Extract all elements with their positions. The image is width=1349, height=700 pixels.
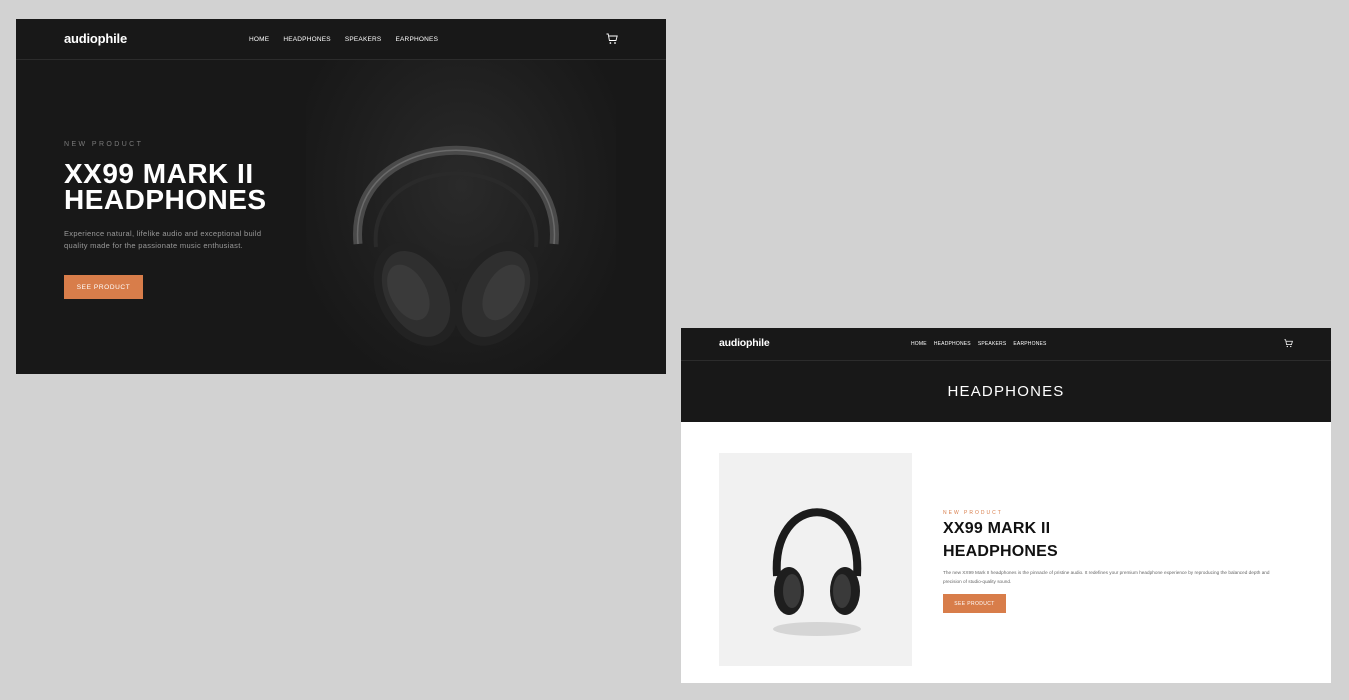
nav-speakers[interactable]: SPEAKERS (345, 36, 382, 43)
hero-overline: NEW PRODUCT (64, 141, 144, 148)
product-description: The new XX99 Mark II headphones is the p… (943, 570, 1270, 584)
nav-headphones[interactable]: HEADPHONES (283, 36, 331, 43)
logo[interactable]: audiophile (719, 337, 770, 349)
nav-earphones[interactable]: EARPHONES (395, 36, 438, 43)
see-product-button[interactable]: SEE PRODUCT (943, 594, 1006, 613)
nav-home[interactable]: HOME (911, 341, 927, 347)
hero-description: Experience natural, lifelike audio and e… (64, 229, 262, 250)
nav-links: HOME HEADPHONES SPEAKERS EARPHONES (249, 36, 438, 43)
cart-icon[interactable] (606, 33, 618, 45)
nav-home[interactable]: HOME (249, 36, 269, 43)
product-title: XX99 MARK II HEADPHONES (943, 520, 1058, 560)
top-navigation: audiophile HOME HEADPHONES SPEAKERS EARP… (681, 328, 1331, 361)
headphones-hero-image (353, 145, 559, 346)
nav-earphones[interactable]: EARPHONES (1013, 341, 1046, 347)
top-navigation: audiophile HOME HEADPHONES SPEAKERS EARP… (16, 19, 666, 60)
category-page-screenshot: audiophile HOME HEADPHONES SPEAKERS EARP… (681, 328, 1331, 683)
nav-links: HOME HEADPHONES SPEAKERS EARPHONES (911, 341, 1047, 347)
logo[interactable]: audiophile (64, 31, 127, 46)
nav-speakers[interactable]: SPEAKERS (978, 341, 1007, 347)
hero-title: XX99 MARK II HEADPHONES (64, 158, 267, 215)
headphones-product-image (772, 508, 862, 636)
product-image-card (719, 453, 912, 666)
product-overline: NEW PRODUCT (943, 510, 1003, 516)
category-title: HEADPHONES (947, 383, 1065, 400)
nav-headphones[interactable]: HEADPHONES (934, 341, 971, 347)
cart-icon[interactable] (1284, 339, 1293, 348)
hero-page-screenshot: audiophile HOME HEADPHONES SPEAKERS EARP… (16, 19, 666, 374)
see-product-button[interactable]: SEE PRODUCT (64, 275, 143, 299)
